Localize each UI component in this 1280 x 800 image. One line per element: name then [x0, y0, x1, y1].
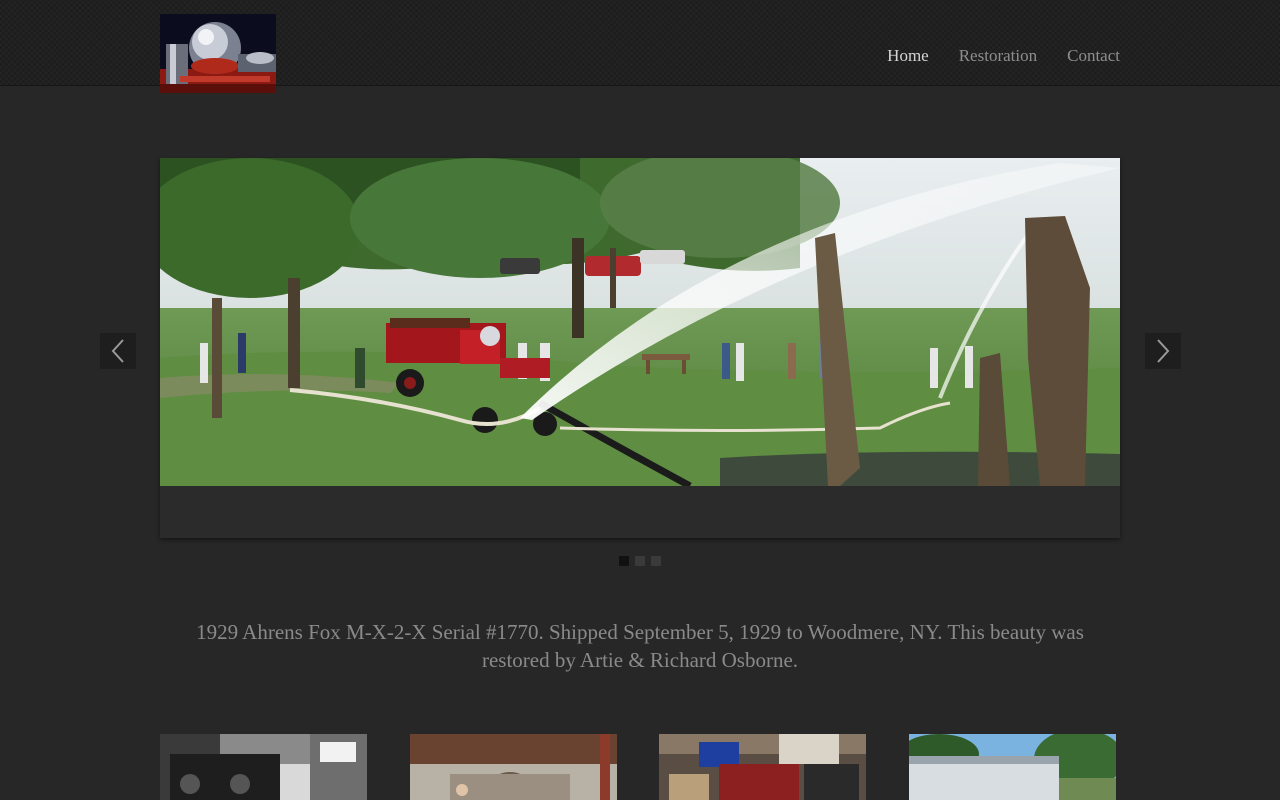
thumbnail-photo-2[interactable]: [410, 734, 617, 800]
chevron-left-icon: [111, 339, 124, 363]
nav-contact[interactable]: Contact: [1067, 46, 1120, 66]
slider-next-button[interactable]: [1145, 333, 1181, 369]
slider-prev-button[interactable]: [100, 333, 136, 369]
site-logo[interactable]: [160, 14, 276, 93]
slider-dot-3[interactable]: [651, 556, 661, 566]
nav-home[interactable]: Home: [887, 46, 929, 66]
chevron-right-icon: [1157, 339, 1170, 363]
slider-pagination: [619, 556, 661, 566]
thumbnail-photo-1[interactable]: [160, 734, 367, 800]
thumbnail-photo-4[interactable]: [909, 734, 1116, 800]
slider-dot-1[interactable]: [619, 556, 629, 566]
thumbnail-gallery: [160, 734, 1120, 800]
slide-caption: 1929 Ahrens Fox M-X-2-X Serial #1770. Sh…: [196, 620, 1084, 672]
thumbnail-photo-3[interactable]: [659, 734, 866, 800]
main-nav: Home Restoration Contact: [887, 46, 1120, 66]
image-slider: [160, 158, 1120, 538]
site-header: Home Restoration Contact: [0, 0, 1280, 93]
slider-dot-2[interactable]: [635, 556, 645, 566]
slide-photo-fire-engine-pumping: [160, 158, 1120, 486]
nav-restoration[interactable]: Restoration: [959, 46, 1037, 66]
